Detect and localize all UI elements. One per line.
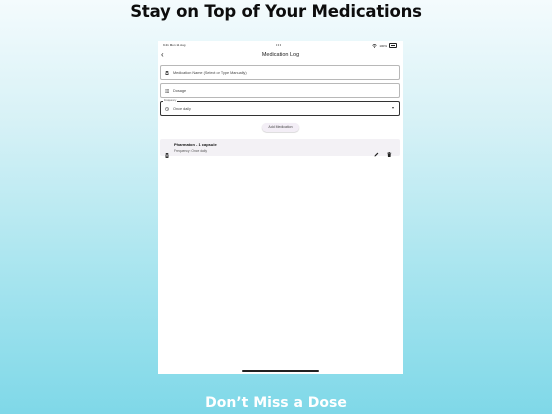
frequency-select[interactable]: Frequency Once daily [160, 99, 400, 116]
app-bar: ‹ Medication Log [158, 49, 403, 65]
list-icon [165, 89, 169, 93]
frequency-label: Frequency [163, 99, 178, 102]
frequency-value: Once daily [173, 106, 191, 111]
status-time: 9:41 Mon 11 Aug [163, 43, 185, 47]
battery-percent: 100% [379, 43, 387, 48]
status-time-text: 9:41 [163, 43, 169, 47]
medication-name: Pharmaton - 1 capsule [174, 142, 217, 147]
status-right: 100% [372, 43, 397, 48]
page-title: Medication Log [261, 52, 300, 58]
pill-bottle-icon [165, 145, 169, 158]
chevron-down-icon[interactable] [392, 107, 394, 109]
dosage-placeholder: Dosage [173, 88, 187, 93]
pill-bottle-icon [165, 70, 169, 75]
edit-icon[interactable] [374, 144, 380, 157]
delete-icon[interactable] [387, 144, 392, 157]
wifi-icon [372, 43, 378, 48]
home-indicator[interactable] [242, 370, 319, 372]
promo-headline: Stay on Top of Your Medications [130, 2, 422, 21]
add-medication-button[interactable]: Add Medication [262, 123, 299, 132]
clock-icon [165, 106, 169, 111]
dosage-field[interactable]: Dosage [160, 83, 400, 98]
multitask-dots-icon[interactable]: ••• [276, 42, 282, 47]
promo-footer: Don’t Miss a Dose [205, 395, 347, 411]
battery-icon [389, 43, 397, 48]
medication-frequency: Frequency: Once daily [174, 148, 207, 153]
list-item[interactable]: Pharmaton - 1 capsule Frequency: Once da… [160, 139, 400, 158]
tablet-screen: 9:41 Mon 11 Aug ••• 100% ‹ Medication Lo… [158, 41, 403, 374]
medication-name-field[interactable]: Medication Name (Select or Type Manually… [160, 65, 400, 80]
medication-name-placeholder: Medication Name (Select or Type Manually… [173, 70, 247, 75]
status-date-text: Mon 11 Aug [169, 43, 186, 47]
